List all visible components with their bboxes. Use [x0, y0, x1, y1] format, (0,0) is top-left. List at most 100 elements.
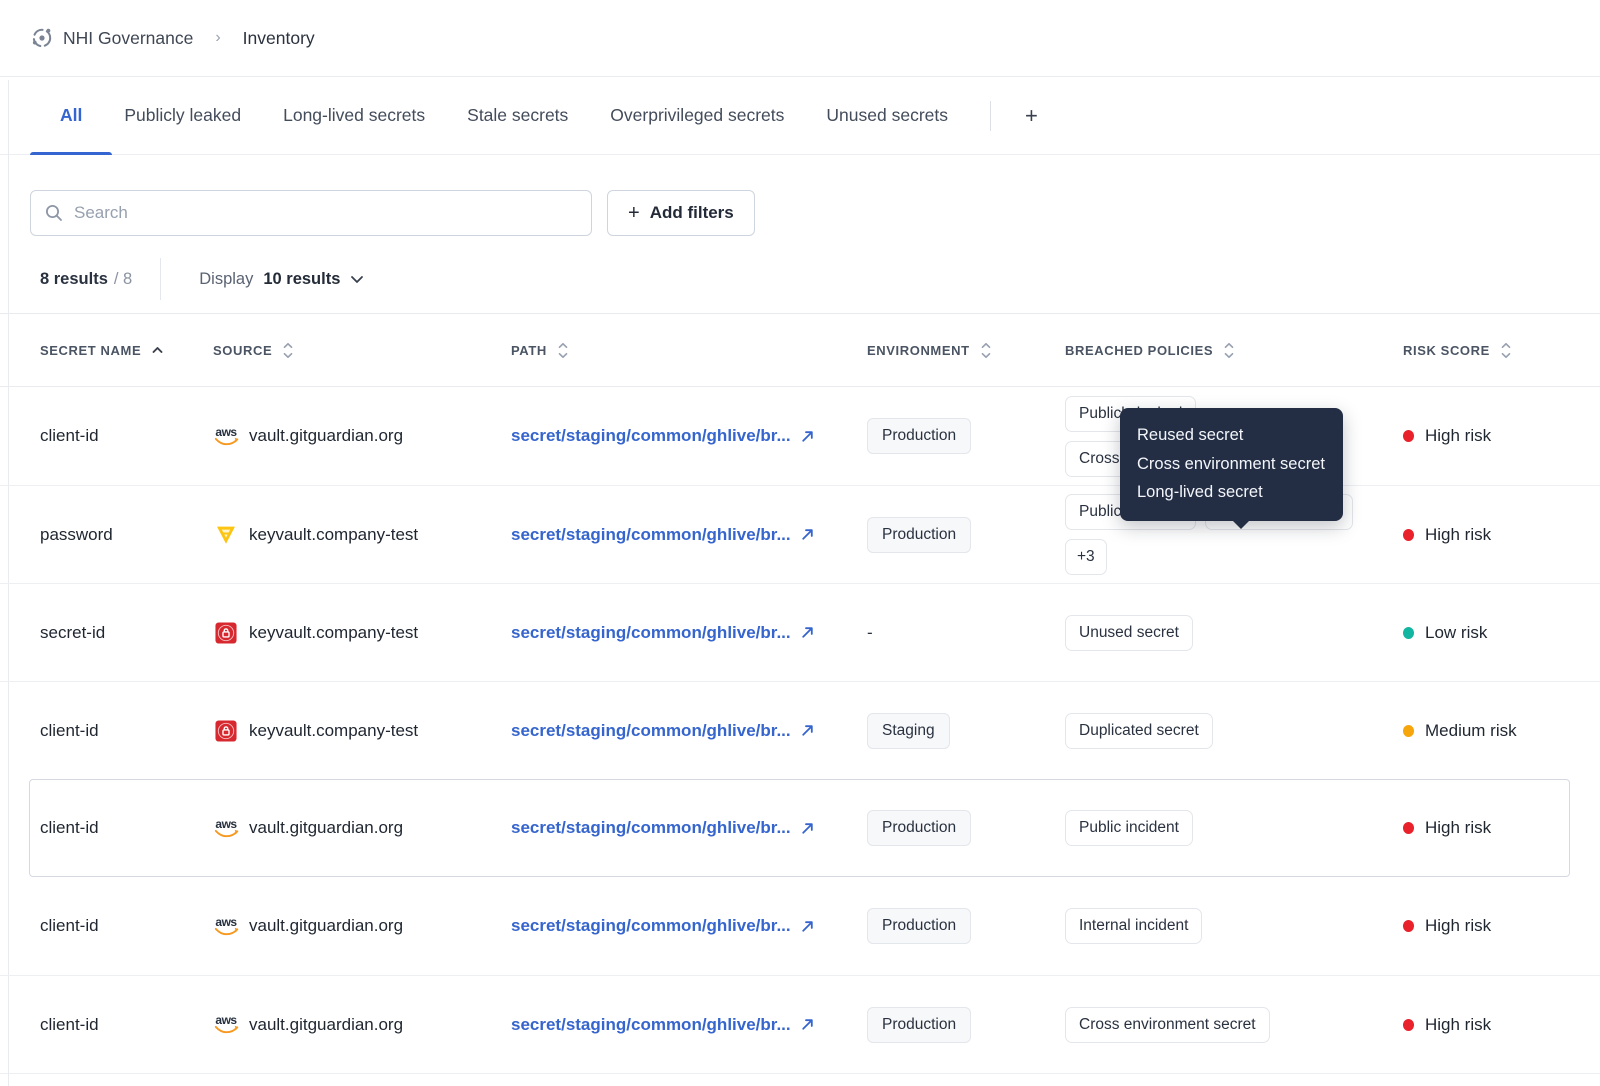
- results-divider: [160, 258, 162, 300]
- secret-name: secret-id: [40, 622, 106, 642]
- risk-label: Medium risk: [1425, 720, 1517, 740]
- environment-cell: Production: [867, 810, 1065, 846]
- tab-long-lived-secrets[interactable]: Long-lived secrets: [283, 77, 425, 155]
- column-header-environment[interactable]: Environment: [867, 341, 1065, 360]
- external-link-icon: [801, 627, 813, 638]
- external-link-icon: [801, 822, 813, 834]
- risk-score-cell: High risk: [1403, 818, 1600, 838]
- table-row[interactable]: client-id keyvault.company-test secret/sta…: [0, 681, 1600, 779]
- tab-stale-secrets[interactable]: Stale secrets: [467, 77, 568, 155]
- add-filters-button[interactable]: + Add filters: [607, 190, 755, 236]
- table-row[interactable]: password keyvault.company-test secret/stag…: [0, 485, 1600, 583]
- column-header-source[interactable]: Source: [213, 341, 511, 360]
- breadcrumb: NHI Governance › Inventory: [0, 0, 1600, 77]
- chevron-down-icon: [351, 275, 364, 283]
- column-header-path[interactable]: Path: [511, 341, 867, 360]
- tooltip-policy-line: Reused secret: [1137, 426, 1244, 444]
- risk-label: High risk: [1425, 426, 1492, 445]
- sort-icon: [1501, 342, 1511, 358]
- path-cell: secret/staging/common/ghlive/br...: [511, 1015, 867, 1035]
- path-link[interactable]: secret/staging/common/ghlive/br...: [511, 721, 791, 741]
- inventory-page: NHI Governance › Inventory All Publicly l…: [0, 0, 1600, 1086]
- environment-empty: -: [867, 622, 873, 642]
- column-header-breached-policies[interactable]: Breached policies: [1065, 341, 1403, 360]
- path-link[interactable]: secret/staging/common/ghlive/br...: [511, 623, 791, 643]
- source-cell: aws vault.gitguardian.org: [213, 818, 511, 838]
- table-row[interactable]: client-id aws vault.gitguardian.org secret/…: [0, 387, 1600, 485]
- display-label: Display: [199, 269, 254, 288]
- breached-policies-cell: Internal incident: [1065, 908, 1370, 944]
- environment-cell: Production: [867, 516, 1065, 553]
- secrets-table: Secret name Source Path Environment Breached…: [0, 313, 1600, 1086]
- risk-dot-icon: [1403, 626, 1414, 639]
- tab-overprivileged-secrets[interactable]: Overprivileged secrets: [610, 77, 784, 155]
- source-name: keyvault.company-test: [249, 622, 419, 642]
- source-name: vault.gitguardian.org: [249, 818, 404, 837]
- display-count-select[interactable]: Display 10 results: [199, 270, 364, 289]
- table-body: client-id aws vault.gitguardian.org secret/…: [0, 387, 1600, 1073]
- table-row[interactable]: client-id aws vault.gitguardian.org secret/…: [0, 975, 1600, 1073]
- table-row[interactable]: client-id aws vault.gitguardian.org secret/…: [0, 779, 1600, 877]
- more-policies-badge[interactable]: +3: [1065, 539, 1107, 575]
- secret-name: password: [40, 524, 113, 544]
- tab-unused-secrets[interactable]: Unused secrets: [826, 77, 948, 155]
- path-cell: secret/staging/common/ghlive/br...: [511, 623, 867, 643]
- tab-list: All Publicly leaked Long-lived secrets Stal…: [29, 77, 948, 155]
- add-filters-label: Add filters: [649, 203, 734, 222]
- path-link[interactable]: secret/staging/common/ghlive/br...: [511, 818, 791, 838]
- tab-all[interactable]: All: [29, 77, 114, 155]
- policy-badge: Cross environment secret: [1065, 1006, 1270, 1043]
- path-cell: secret/staging/common/ghlive/br...: [511, 426, 867, 446]
- environment-badge: Production: [867, 1006, 972, 1043]
- vault-lock-icon: [213, 719, 239, 742]
- environment-cell: Production: [867, 1006, 1065, 1043]
- table-row[interactable]: client-id aws vault.gitguardian.org secret/…: [0, 877, 1600, 975]
- column-header-secret-name[interactable]: Secret name: [40, 343, 213, 358]
- path-link[interactable]: secret/staging/common/ghlive/br...: [511, 916, 791, 936]
- vault-lock-icon: [213, 621, 239, 644]
- add-tab-button[interactable]: +: [1025, 103, 1038, 129]
- environment-badge: Production: [867, 418, 972, 454]
- tab-bar-divider: [990, 100, 991, 131]
- display-value: 10 results: [263, 269, 341, 288]
- breadcrumb-app[interactable]: NHI Governance: [63, 28, 193, 49]
- table-header-row: Secret name Source Path Environment Breached…: [0, 313, 1600, 387]
- path-link[interactable]: secret/staging/common/ghlive/br...: [511, 525, 791, 545]
- source-cell: aws vault.gitguardian.org: [213, 426, 511, 446]
- source-name: vault.gitguardian.org: [249, 916, 404, 935]
- secret-name: client-id: [40, 426, 99, 445]
- environment-badge: Production: [867, 516, 972, 553]
- search-input[interactable]: [74, 203, 577, 223]
- path-link[interactable]: secret/staging/common/ghlive/br...: [511, 426, 791, 446]
- results-row: 8 results / 8 Display 10 results: [40, 258, 1600, 300]
- path-link[interactable]: secret/staging/common/ghlive/br...: [511, 1015, 791, 1035]
- environment-cell: Staging: [867, 712, 1065, 749]
- policy-badge: Unused secret: [1065, 614, 1193, 651]
- path-cell: secret/staging/common/ghlive/br...: [511, 525, 867, 545]
- secret-name: client-id: [40, 916, 99, 935]
- risk-score-cell: High risk: [1403, 916, 1600, 936]
- environment-badge: Production: [867, 908, 972, 944]
- column-header-risk-score[interactable]: Risk score: [1403, 341, 1600, 360]
- table-bottom-divider: [0, 1073, 1600, 1086]
- risk-label: High risk: [1425, 916, 1492, 935]
- path-cell: secret/staging/common/ghlive/br...: [511, 916, 867, 936]
- source-name: keyvault.company-test: [249, 524, 419, 544]
- breached-policies-cell: Public incident: [1065, 810, 1370, 846]
- risk-score-cell: High risk: [1403, 1015, 1600, 1035]
- nhi-governance-orbit-icon: [32, 28, 52, 48]
- secret-name: client-id: [40, 1014, 99, 1034]
- results-total: / 8: [113, 269, 133, 288]
- aws-icon: aws: [213, 1014, 239, 1034]
- sort-icon: [283, 342, 293, 358]
- tab-publicly-leaked[interactable]: Publicly leaked: [124, 77, 241, 155]
- risk-dot-icon: [1403, 528, 1414, 541]
- environment-badge: Staging: [867, 712, 950, 749]
- policy-badge: Duplicated secret: [1065, 712, 1213, 749]
- search-box[interactable]: [30, 190, 592, 236]
- risk-dot-icon: [1403, 430, 1414, 442]
- source-name: vault.gitguardian.org: [249, 426, 404, 445]
- risk-dot-icon: [1403, 920, 1414, 932]
- sort-icon: [981, 342, 991, 358]
- table-row[interactable]: secret-id keyvault.company-test secret/sta…: [0, 583, 1600, 681]
